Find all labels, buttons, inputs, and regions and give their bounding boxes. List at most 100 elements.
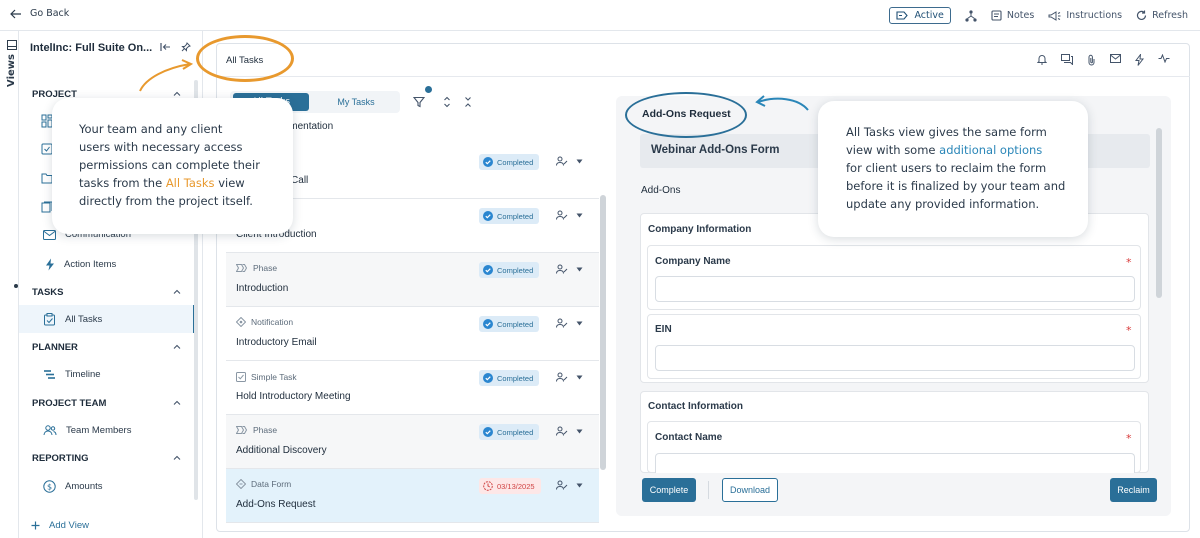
table-row[interactable]: Simple Task Hold Introductory Meeting Co… — [226, 361, 599, 415]
plus-icon — [31, 521, 40, 530]
go-back-button[interactable]: Go Back — [10, 8, 69, 19]
check-circle-icon — [483, 211, 493, 221]
task-list-scrollbar[interactable] — [600, 195, 606, 470]
assign-user-icon[interactable] — [556, 480, 568, 490]
refresh-label: Refresh — [1152, 10, 1188, 21]
callout-line: directly from the project itself. — [79, 194, 253, 208]
refresh-button[interactable]: Refresh — [1136, 10, 1188, 21]
check-circle-icon — [483, 427, 493, 437]
collapse-handle[interactable] — [14, 284, 18, 288]
clock-icon — [483, 481, 493, 491]
data-form-icon — [236, 479, 246, 489]
collapse-all-button[interactable] — [458, 92, 478, 112]
caret-down-icon[interactable] — [576, 321, 583, 326]
chevron-up-icon[interactable] — [172, 287, 182, 297]
top-actions: Active Notes Instructions Refresh — [889, 7, 1188, 24]
caret-down-icon[interactable] — [576, 375, 583, 380]
callout-line: view with some additional options — [846, 141, 1088, 159]
task-type-label: Simple Task — [251, 371, 297, 382]
assign-user-icon[interactable] — [556, 264, 568, 274]
assign-user-icon[interactable] — [556, 210, 568, 220]
chevron-up-icon[interactable] — [172, 398, 182, 408]
instructions-button[interactable]: Instructions — [1048, 10, 1122, 21]
sidebar-item-all-tasks[interactable]: All Tasks — [43, 313, 102, 326]
pin-icon[interactable] — [181, 42, 191, 52]
filter-button[interactable] — [409, 92, 429, 112]
sidebar-item-action-items[interactable]: Action Items — [45, 258, 116, 271]
assign-user-icon[interactable] — [556, 156, 568, 166]
sidebar-item-amounts[interactable]: $ Amounts — [43, 480, 103, 493]
ein-input[interactable] — [655, 345, 1135, 371]
arrow-left-icon — [10, 9, 22, 19]
table-row-selected[interactable]: Data Form Add-Ons Request 03/13/2025 — [226, 469, 599, 523]
caret-down-icon[interactable] — [576, 429, 583, 434]
mail-icon[interactable] — [1110, 54, 1121, 66]
task-type: Notification — [236, 317, 293, 327]
complete-button[interactable]: Complete — [642, 478, 696, 502]
section-reporting[interactable]: REPORTING — [32, 453, 88, 464]
caret-down-icon[interactable] — [576, 267, 583, 272]
header-actions — [1037, 54, 1170, 66]
company-name-input[interactable] — [655, 276, 1135, 302]
task-type: Data Form — [236, 479, 291, 489]
download-button[interactable]: Download — [722, 478, 778, 502]
sort-button[interactable] — [437, 92, 457, 112]
callout-left: Your team and any client users with nece… — [52, 98, 293, 234]
check-circle-icon — [483, 157, 493, 167]
required-marker: * — [1126, 324, 1132, 337]
sidebar-item-label: Team Members — [66, 425, 132, 436]
button-label: Reclaim — [1117, 485, 1150, 495]
views-toggle[interactable]: Views — [6, 40, 17, 87]
chevron-up-icon[interactable] — [172, 342, 182, 352]
chat-icon[interactable] — [1061, 54, 1073, 66]
go-back-label: Go Back — [30, 8, 70, 19]
callout-line: for client users to reclaim the form — [846, 161, 1047, 175]
add-view-button[interactable]: Add View — [31, 520, 89, 531]
hierarchy-icon[interactable] — [965, 9, 977, 22]
task-type-label: Phase — [253, 425, 278, 435]
notes-button[interactable]: Notes — [991, 10, 1034, 21]
status-text: Completed — [497, 265, 534, 275]
contact-name-input[interactable] — [655, 453, 1135, 473]
caret-down-icon[interactable] — [576, 213, 583, 218]
table-row[interactable]: Phase Additional Discovery Completed — [226, 415, 599, 469]
task-type-label: Data Form — [251, 479, 292, 489]
table-row[interactable]: Notification Introductory Email Complete… — [226, 307, 599, 361]
attachment-icon[interactable] — [1087, 54, 1096, 66]
phase-icon — [236, 264, 248, 272]
callout-text: view with some — [846, 143, 940, 157]
assign-user-icon[interactable] — [556, 426, 568, 436]
highlight-circle-all-tasks — [196, 35, 294, 82]
status-text: Completed — [497, 427, 534, 437]
task-name: Introductory Email — [236, 337, 317, 348]
section-planner[interactable]: PLANNER — [32, 342, 78, 353]
status-text: Completed — [497, 157, 534, 167]
notification-icon — [236, 317, 246, 327]
collapse-sidebar-icon[interactable] — [160, 42, 171, 52]
form-scrollbar[interactable] — [1156, 128, 1162, 298]
reclaim-button[interactable]: Reclaim — [1110, 478, 1157, 502]
task-name: Hold Introductory Meeting — [236, 391, 351, 402]
status-badge: Completed — [479, 262, 540, 278]
assign-user-icon[interactable] — [556, 318, 568, 328]
tab-my-tasks[interactable]: My Tasks — [320, 93, 392, 111]
sidebar-item-timeline[interactable]: Timeline — [43, 369, 101, 380]
bell-icon[interactable] — [1037, 54, 1047, 66]
sidebar-item-team-members[interactable]: Team Members — [43, 425, 131, 436]
task-actions — [556, 426, 583, 436]
divider — [708, 481, 709, 499]
bolt-icon[interactable] — [1135, 54, 1144, 66]
caret-down-icon[interactable] — [576, 483, 583, 488]
active-status-button[interactable]: Active — [889, 7, 951, 24]
task-name: Add-Ons Request — [236, 499, 316, 510]
activity-icon[interactable] — [1158, 54, 1170, 66]
required-marker: * — [1126, 256, 1132, 269]
assign-user-icon[interactable] — [556, 372, 568, 382]
caret-down-icon[interactable] — [576, 159, 583, 164]
task-name: Introduction — [236, 283, 289, 294]
section-tasks[interactable]: TASKS — [32, 287, 64, 298]
chevron-up-icon[interactable] — [172, 453, 182, 463]
collapse-icon — [464, 96, 472, 108]
section-project-team[interactable]: PROJECT TEAM — [32, 398, 106, 409]
table-row[interactable]: Phase Introduction Completed — [226, 253, 599, 307]
